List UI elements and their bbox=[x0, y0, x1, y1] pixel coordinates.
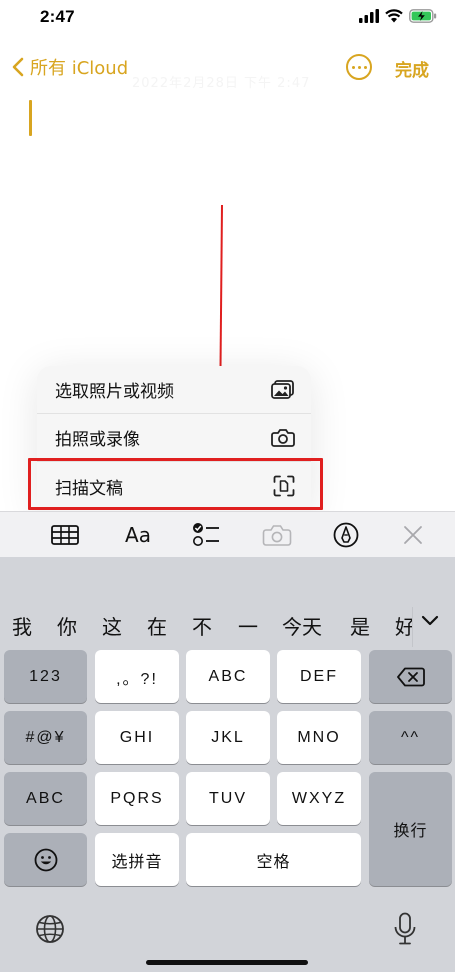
menu-item-take-photo[interactable]: 拍照或录像 bbox=[37, 414, 311, 462]
candidate-word[interactable]: 今天 bbox=[282, 611, 322, 640]
candidate-word-clipped[interactable]: 好 bbox=[395, 607, 413, 647]
menu-item-label: 选取照片或视频 bbox=[55, 382, 174, 402]
key-space[interactable]: 空格 bbox=[186, 833, 361, 886]
key-123[interactable]: 123 bbox=[4, 650, 87, 703]
candidate-word[interactable]: 是 bbox=[350, 611, 370, 640]
annotation-highlight-box bbox=[28, 458, 323, 510]
markup-pen-icon bbox=[333, 522, 359, 548]
menu-item-label: 拍照或录像 bbox=[55, 430, 140, 450]
camera-icon bbox=[271, 429, 295, 447]
back-button[interactable]: 所有 iCloud bbox=[12, 54, 128, 80]
camera-icon bbox=[262, 525, 292, 546]
status-icons bbox=[359, 9, 437, 23]
format-toolbar: Aa bbox=[0, 511, 455, 557]
text-cursor[interactable] bbox=[29, 100, 32, 136]
key-select-pinyin[interactable]: 选拼音 bbox=[95, 833, 179, 886]
markup-button[interactable] bbox=[332, 520, 360, 550]
table-icon bbox=[51, 525, 79, 545]
note-date: 2022年2月28日 下午 2:47 bbox=[132, 76, 311, 91]
key-ghi[interactable]: GHI bbox=[95, 711, 179, 764]
key-mno[interactable]: MNO bbox=[277, 711, 361, 764]
table-button[interactable] bbox=[50, 520, 80, 550]
done-button[interactable]: 完成 bbox=[395, 56, 429, 81]
candidate-word[interactable]: 在 bbox=[147, 611, 167, 640]
key-backspace[interactable] bbox=[369, 650, 452, 703]
key-def[interactable]: DEF bbox=[277, 650, 361, 703]
key-jkl[interactable]: JKL bbox=[186, 711, 270, 764]
home-indicator bbox=[146, 960, 308, 965]
checklist-button[interactable] bbox=[192, 520, 220, 550]
candidate-word[interactable]: 你 bbox=[57, 611, 77, 640]
menu-item-choose-photo[interactable]: 选取照片或视频 bbox=[37, 366, 311, 414]
globe-icon[interactable] bbox=[35, 914, 65, 944]
status-time: 2:47 bbox=[40, 7, 75, 26]
candidate-word[interactable]: 不 bbox=[192, 611, 212, 640]
key-return[interactable]: 换行 bbox=[369, 772, 452, 886]
back-label: 所有 iCloud bbox=[30, 58, 129, 79]
status-bar: 2:47 bbox=[0, 0, 455, 44]
key-wxyz[interactable]: WXYZ bbox=[277, 772, 361, 825]
signal-icon bbox=[359, 9, 379, 23]
candidate-bar: 我 你 这 在 不 一 今天 是 好 bbox=[0, 607, 455, 647]
key-abc-switch[interactable]: ABC bbox=[4, 772, 87, 825]
chevron-left-icon bbox=[12, 57, 24, 77]
emoji-icon bbox=[34, 848, 57, 871]
key-tuv[interactable]: TUV bbox=[186, 772, 270, 825]
chevron-down-icon[interactable] bbox=[421, 615, 439, 627]
battery-charging-icon bbox=[409, 9, 437, 23]
candidate-divider bbox=[412, 607, 413, 647]
close-toolbar-button[interactable] bbox=[402, 520, 424, 550]
key-pqrs[interactable]: PQRS bbox=[95, 772, 179, 825]
checklist-icon bbox=[193, 523, 219, 546]
text-format-button[interactable]: Aa bbox=[120, 520, 156, 550]
key-abc[interactable]: ABC bbox=[186, 650, 270, 703]
key-symbols[interactable]: #@¥ bbox=[4, 711, 87, 764]
candidate-word: 好 bbox=[395, 615, 413, 639]
key-caret[interactable]: ^^ bbox=[369, 711, 452, 764]
microphone-icon[interactable] bbox=[393, 912, 417, 946]
key-punctuation[interactable]: ,。?! bbox=[95, 650, 179, 703]
candidate-word[interactable]: 我 bbox=[12, 611, 32, 640]
key-emoji[interactable] bbox=[4, 833, 87, 886]
wifi-icon bbox=[385, 9, 403, 23]
photo-library-icon bbox=[271, 379, 294, 399]
close-icon bbox=[404, 526, 422, 544]
more-options-button[interactable] bbox=[346, 54, 372, 80]
candidate-word[interactable]: 一 bbox=[238, 611, 258, 640]
candidate-word[interactable]: 这 bbox=[102, 611, 122, 640]
keyboard: 我 你 这 在 不 一 今天 是 好 123 ,。?! ABC DEF #@¥ … bbox=[0, 557, 455, 972]
camera-button[interactable] bbox=[262, 520, 292, 550]
backspace-icon bbox=[396, 667, 425, 686]
